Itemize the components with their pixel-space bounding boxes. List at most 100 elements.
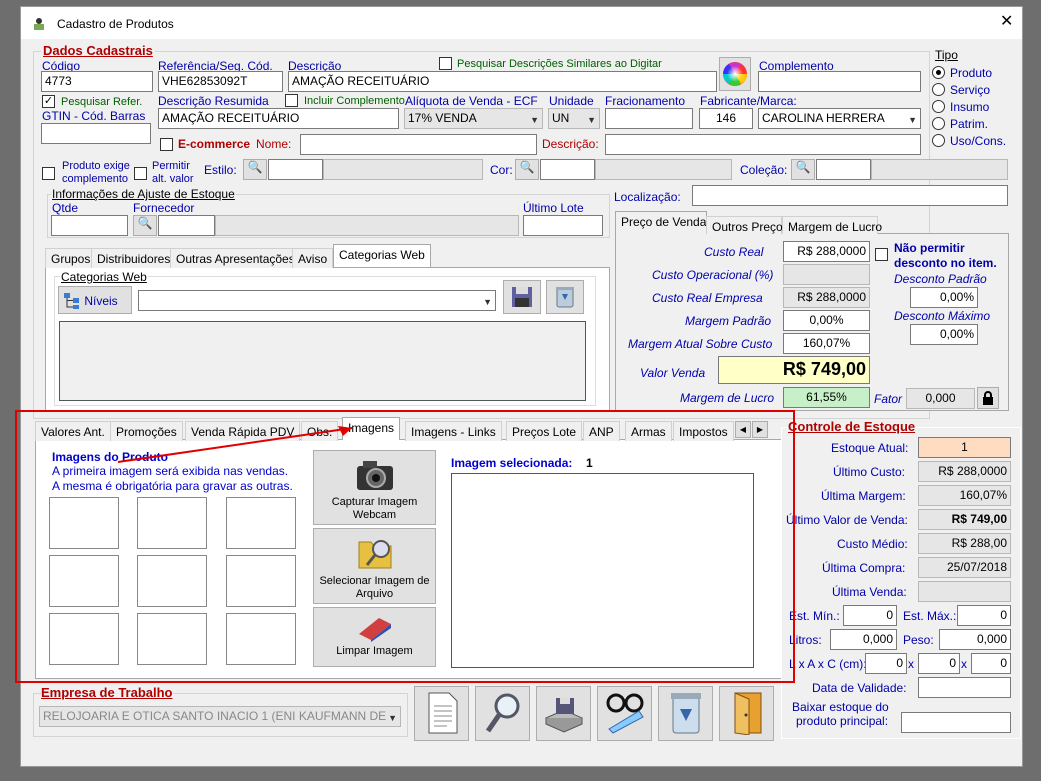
cor-code-field[interactable] (540, 159, 595, 180)
valor-venda-label: Valor Venda (640, 366, 706, 380)
incluir-compl-checkbox[interactable] (285, 94, 298, 107)
pesq-refer-checkbox[interactable]: ✓ (42, 95, 55, 108)
dim-a-field[interactable]: 0 (918, 653, 960, 674)
baixar-label1: Baixar estoque do (792, 700, 889, 714)
estilo-name-field (323, 159, 483, 180)
ajuste-title: Informações de Ajuste de Estoque (51, 187, 236, 201)
codigo-field[interactable]: 4773 (41, 71, 153, 92)
dim-label: L x A x C (cm): (789, 657, 867, 671)
fracionamento-field[interactable] (605, 108, 693, 129)
exit-door-icon (734, 692, 761, 736)
tipo-produto-label: Produto (950, 66, 993, 80)
desc-padrao-label: Desconto Padrão (894, 272, 987, 286)
aliquota-select[interactable]: 17% VENDA ▼ (404, 108, 543, 129)
valor-venda-field[interactable]: R$ 749,00 (718, 356, 870, 384)
tab-margem-lucro[interactable]: Margem de Lucro (782, 216, 882, 235)
cor-search-button[interactable]: 🔍 (515, 159, 539, 180)
ecommerce-desc-field[interactable] (605, 134, 921, 155)
estilo-search-button[interactable]: 🔍 (243, 159, 267, 180)
desc-padrao-field[interactable]: 0,00% (910, 287, 978, 308)
unidade-select[interactable]: UN ▼ (548, 108, 600, 129)
fabricante-code-field[interactable]: 146 (699, 108, 753, 129)
empresa-select[interactable]: RELOJOARIA E OTICA SANTO INACIO 1 (ENI K… (39, 706, 401, 727)
tipo-produto-radio[interactable] (932, 66, 945, 79)
search-button[interactable] (475, 686, 530, 741)
delete-button[interactable] (658, 686, 713, 741)
nome-field[interactable] (300, 134, 537, 155)
ult-custo-field: R$ 288,0000 (918, 461, 1011, 482)
ultimo-lote-field[interactable] (523, 215, 603, 236)
new-button[interactable] (414, 686, 469, 741)
tab-distribuidores[interactable]: Distribuidores (91, 248, 177, 268)
fator-field[interactable]: 0,000 (906, 388, 975, 409)
custo-emp-field: R$ 288,0000 (783, 287, 870, 308)
tab-preco-venda[interactable]: Preço de Venda (615, 211, 707, 234)
desc-field[interactable]: AMAÇÃO RECEITUÁRIO (288, 71, 717, 92)
search-icon: 🔍 (795, 160, 811, 174)
pesq-similares-checkbox[interactable] (439, 57, 452, 70)
incluir-compl-label: Incluir Complemento (304, 95, 405, 107)
custo-op-field[interactable] (783, 264, 870, 285)
margem-padrao-field[interactable]: 0,00% (783, 310, 870, 331)
tab-outras-apresentacoes[interactable]: Outras Apresentações (170, 248, 301, 268)
title-bar: Cadastro de Produtos ✕ (21, 7, 1022, 39)
tipo-patrim-radio[interactable] (932, 117, 945, 130)
edit-button[interactable] (597, 686, 652, 741)
catweb-save-button[interactable] (503, 280, 541, 314)
permitir-alt-checkbox[interactable] (134, 167, 147, 180)
margem-atual-field[interactable]: 160,07% (783, 333, 870, 354)
chevron-down-icon: ▼ (587, 115, 596, 125)
dim-l-field[interactable]: 0 (865, 653, 907, 674)
peso-field[interactable]: 0,000 (939, 629, 1011, 650)
lock-button[interactable] (977, 387, 999, 409)
colecao-code-field[interactable] (816, 159, 871, 180)
chevron-down-icon: ▼ (388, 713, 397, 723)
catweb-list[interactable] (59, 321, 586, 401)
fabricante-select[interactable]: CAROLINA HERRERA ▼ (758, 108, 921, 129)
alt-valor-label: alt. valor (152, 173, 194, 185)
dim-c-field[interactable]: 0 (971, 653, 1011, 674)
tipo-servico-radio[interactable] (932, 83, 945, 96)
qtde-field[interactable] (51, 215, 128, 236)
catweb-delete-button[interactable] (546, 280, 584, 314)
fornecedor-code-field[interactable] (158, 215, 215, 236)
baixar-field[interactable] (901, 712, 1011, 733)
estilo-label: Estilo: (204, 163, 237, 177)
estilo-code-field[interactable] (268, 159, 323, 180)
localizacao-field[interactable] (692, 185, 1008, 206)
ecommerce-checkbox[interactable] (160, 138, 173, 151)
margem-lucro-label: Margem de Lucro (680, 391, 775, 405)
upper-tabstrip: Grupos Distribuidores Outras Apresentaçõ… (45, 244, 610, 268)
colecao-search-button[interactable]: 🔍 (791, 159, 815, 180)
close-icon[interactable]: ✕ (1000, 14, 1013, 30)
produto-exige-checkbox[interactable] (42, 167, 55, 180)
app-icon (34, 18, 44, 30)
exit-button[interactable] (719, 686, 774, 741)
litros-field[interactable]: 0,000 (830, 629, 897, 650)
gtin-label: GTIN - Cód. Barras (42, 109, 146, 123)
save-button[interactable] (536, 686, 591, 741)
catweb-select[interactable]: ▼ (138, 290, 496, 311)
nao-permitir-checkbox[interactable] (875, 248, 888, 261)
gtin-field[interactable] (41, 123, 151, 144)
ref-field[interactable]: VHE62853092T (158, 71, 283, 92)
complemento-field[interactable] (758, 71, 921, 92)
tab-aviso[interactable]: Aviso (292, 248, 334, 268)
est-min-field[interactable]: 0 (843, 605, 897, 626)
custo-real-field[interactable]: R$ 288,0000 (783, 241, 870, 262)
tab-grupos[interactable]: Grupos (45, 248, 97, 268)
desc-max-field[interactable]: 0,00% (910, 324, 978, 345)
est-max-field[interactable]: 0 (957, 605, 1011, 626)
tipo-uso-radio[interactable] (932, 134, 945, 147)
preco-tabstrip: Preço de Venda Outros Preços Margem de L… (615, 211, 915, 235)
color-wheel-button[interactable] (719, 57, 751, 91)
fornecedor-search-button[interactable]: 🔍 (133, 215, 157, 236)
desc-res-field[interactable]: AMAÇÃO RECEITUÁRIO (158, 108, 399, 129)
unidade-value: UN (552, 111, 570, 125)
niveis-button[interactable]: Níveis (58, 286, 132, 314)
validade-field[interactable] (918, 677, 1011, 698)
tipo-insumo-radio[interactable] (932, 100, 945, 113)
tab-outros-precos[interactable]: Outros Preços (706, 216, 789, 235)
tab-categorias-web[interactable]: Categorias Web (333, 244, 431, 267)
ult-compra-field: 25/07/2018 (918, 557, 1011, 578)
